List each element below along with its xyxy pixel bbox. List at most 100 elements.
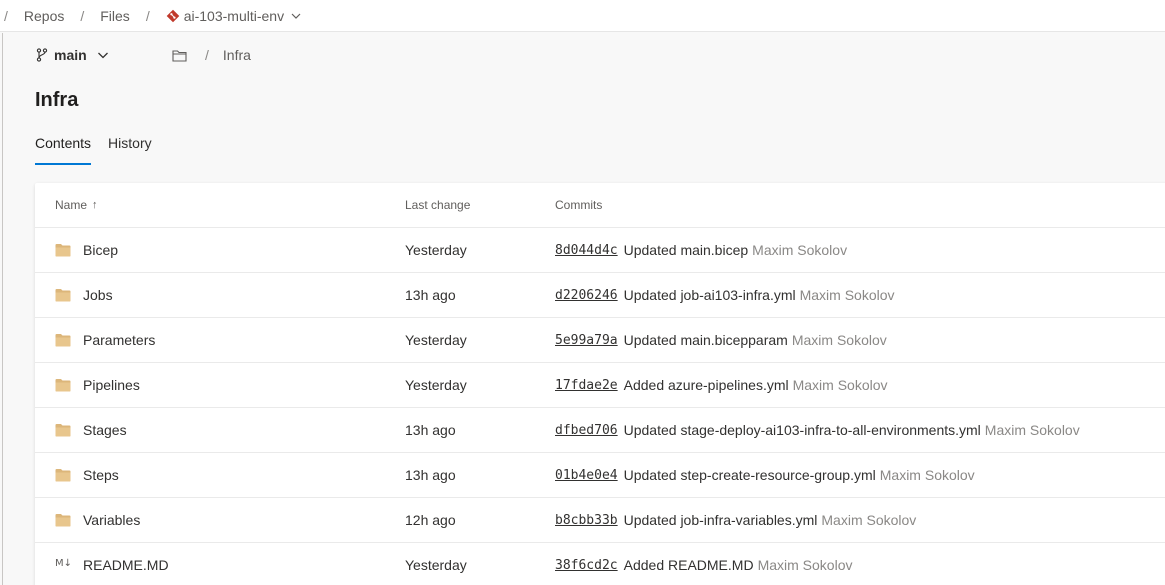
row-name[interactable]: Parameters: [83, 332, 155, 348]
folder-icon: [55, 424, 71, 437]
commit-message: Updated main.bicep: [623, 242, 749, 258]
commit-id-link[interactable]: b8cbb33b: [555, 513, 618, 528]
commit-author: Maxim Sokolov: [757, 557, 853, 573]
breadcrumb-repos[interactable]: Repos: [24, 8, 64, 24]
commit-message: Added README.MD: [623, 557, 754, 573]
row-commit-cell: d2206246 Updated job-ai103-infra.yml Max…: [555, 287, 895, 303]
commit-author: Maxim Sokolov: [879, 467, 975, 483]
top-breadcrumb: / Repos / Files / ai-103-multi-env: [0, 0, 1165, 32]
branch-selector[interactable]: main: [36, 45, 115, 65]
sort-ascending-icon: ↑: [92, 199, 98, 211]
markdown-icon: M↓: [55, 558, 73, 569]
commit-id-link[interactable]: d2206246: [555, 288, 618, 303]
row-commit-cell: dfbed706 Updated stage-deploy-ai103-infr…: [555, 422, 1080, 438]
folder-outline-icon[interactable]: [172, 49, 187, 62]
table-row[interactable]: Variables 12h ago b8cbb33b Updated job-i…: [35, 498, 1165, 543]
commit-author: Maxim Sokolov: [799, 287, 895, 303]
row-commit-cell: 01b4e0e4 Updated step-create-resource-gr…: [555, 467, 975, 483]
commit-message: Updated main.bicepparam: [623, 332, 788, 348]
commit-id-link[interactable]: 17fdae2e: [555, 378, 618, 393]
row-last-change: 13h ago: [405, 422, 456, 438]
folder-icon: [55, 514, 71, 527]
git-repo-icon: [166, 9, 180, 22]
commit-id-link[interactable]: 01b4e0e4: [555, 468, 618, 483]
commit-author: Maxim Sokolov: [792, 377, 888, 393]
commit-id-link[interactable]: 38f6cd2c: [555, 558, 618, 573]
row-last-change: Yesterday: [405, 242, 467, 258]
tab-history[interactable]: History: [108, 135, 152, 167]
row-name[interactable]: Stages: [83, 422, 127, 438]
tab-contents[interactable]: Contents: [35, 135, 92, 167]
commit-id-link[interactable]: 5e99a79a: [555, 333, 618, 348]
folder-icon: [55, 469, 71, 482]
row-last-change: 13h ago: [405, 467, 456, 483]
row-name-cell: Bicep: [55, 242, 118, 258]
repo-selector[interactable]: ai-103-multi-env: [166, 8, 302, 24]
folder-icon: [55, 244, 71, 257]
row-name-cell: Jobs: [55, 287, 113, 303]
row-commit-cell: 38f6cd2c Added README.MD Maxim Sokolov: [555, 557, 852, 573]
row-name[interactable]: Variables: [83, 512, 140, 528]
row-name-cell: Variables: [55, 512, 140, 528]
table-row[interactable]: Steps 13h ago 01b4e0e4 Updated step-crea…: [35, 453, 1165, 498]
path-folder[interactable]: Infra: [223, 47, 251, 63]
chevron-down-icon: [291, 13, 301, 19]
breadcrumb-files[interactable]: Files: [100, 8, 130, 24]
table-row[interactable]: Bicep Yesterday 8d044d4c Updated main.bi…: [35, 228, 1165, 273]
path-breadcrumb: / Infra: [172, 45, 251, 65]
row-name[interactable]: Jobs: [83, 287, 113, 303]
table-row[interactable]: M↓ README.MD Yesterday 38f6cd2c Added RE…: [35, 543, 1165, 585]
folder-icon: [55, 379, 71, 392]
files-table: Name ↑ Last change Commits Bicep Yesterd…: [35, 183, 1165, 585]
row-commit-cell: b8cbb33b Updated job-infra-variables.yml…: [555, 512, 916, 528]
commit-id-link[interactable]: 8d044d4c: [555, 243, 618, 258]
header-name[interactable]: Name ↑: [55, 198, 98, 212]
row-commit-cell: 5e99a79a Updated main.bicepparam Maxim S…: [555, 332, 887, 348]
table-row[interactable]: Jobs 13h ago d2206246 Updated job-ai103-…: [35, 273, 1165, 318]
table-header: Name ↑ Last change Commits: [35, 183, 1165, 228]
row-name[interactable]: Steps: [83, 467, 119, 483]
header-commits: Commits: [555, 198, 603, 212]
row-name-cell: Stages: [55, 422, 127, 438]
header-last-change: Last change: [405, 198, 471, 212]
tab-bar: Contents History: [35, 135, 169, 167]
row-last-change: 12h ago: [405, 512, 456, 528]
commit-author: Maxim Sokolov: [821, 512, 917, 528]
table-row[interactable]: Stages 13h ago dfbed706 Updated stage-de…: [35, 408, 1165, 453]
row-name[interactable]: Pipelines: [83, 377, 140, 393]
branch-name: main: [54, 47, 87, 63]
row-commit-cell: 17fdae2e Added azure-pipelines.yml Maxim…: [555, 377, 888, 393]
page-title: Infra: [35, 89, 79, 111]
repo-name: ai-103-multi-env: [183, 7, 285, 24]
row-name-cell: Pipelines: [55, 377, 140, 393]
table-row[interactable]: Pipelines Yesterday 17fdae2e Added azure…: [35, 363, 1165, 408]
table-body: Bicep Yesterday 8d044d4c Updated main.bi…: [35, 228, 1165, 585]
folder-icon: [55, 334, 71, 347]
breadcrumb-separator: /: [80, 7, 85, 24]
chevron-down-icon: [97, 52, 108, 59]
branch-icon: [36, 48, 48, 62]
row-name-cell: Steps: [55, 467, 119, 483]
row-name[interactable]: README.MD: [83, 557, 169, 573]
row-name[interactable]: Bicep: [83, 242, 118, 258]
table-row[interactable]: Parameters Yesterday 5e99a79a Updated ma…: [35, 318, 1165, 363]
pane-divider: [2, 33, 3, 585]
breadcrumb-separator: /: [4, 7, 8, 24]
commit-message: Added azure-pipelines.yml: [623, 377, 789, 393]
commit-message: Updated job-infra-variables.yml: [623, 512, 818, 528]
commit-author: Maxim Sokolov: [984, 422, 1080, 438]
breadcrumb-separator: /: [145, 7, 150, 24]
commit-message: Updated step-create-resource-group.yml: [623, 467, 876, 483]
header-name-label: Name: [55, 198, 88, 212]
commit-author: Maxim Sokolov: [752, 242, 848, 258]
commit-author: Maxim Sokolov: [791, 332, 887, 348]
commit-message: Updated job-ai103-infra.yml: [623, 287, 796, 303]
row-name-cell: M↓ README.MD: [55, 557, 169, 573]
row-last-change: Yesterday: [405, 332, 467, 348]
path-separator: /: [205, 47, 209, 63]
row-commit-cell: 8d044d4c Updated main.bicep Maxim Sokolo…: [555, 242, 847, 258]
commit-message: Updated stage-deploy-ai103-infra-to-all-…: [623, 422, 981, 438]
row-last-change: 13h ago: [405, 287, 456, 303]
row-name-cell: Parameters: [55, 332, 155, 348]
commit-id-link[interactable]: dfbed706: [555, 423, 618, 438]
